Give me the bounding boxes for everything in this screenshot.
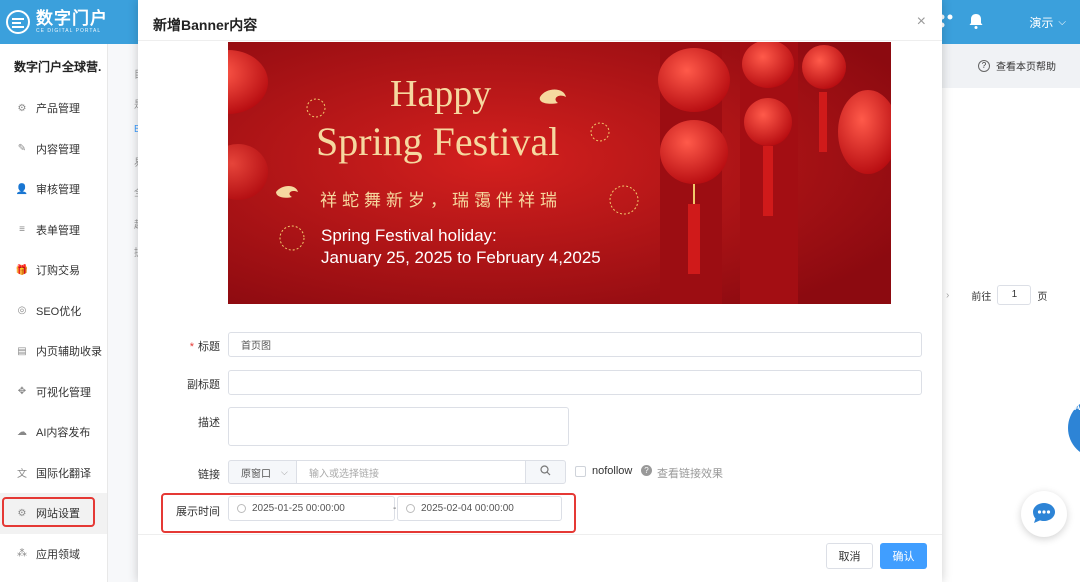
sidebar-item-label: 国际化翻译 xyxy=(36,467,91,480)
dialog-divider xyxy=(138,40,942,41)
user-name: 演示 xyxy=(1029,15,1054,30)
sidebar-item[interactable]: ✥ 可视化管理 xyxy=(0,372,107,413)
sidebar-item[interactable]: 👤 审核管理 xyxy=(0,169,107,210)
sidebar-item-label: SEO优化 xyxy=(36,305,82,318)
logo[interactable]: 数字门户 CE DIGITAL PORTAL xyxy=(6,6,108,38)
banner-line-happy: Happy xyxy=(390,73,492,115)
required-mark: * xyxy=(189,341,194,353)
title-input[interactable]: 首页图 xyxy=(228,332,922,357)
brand-name: 数字门户 xyxy=(36,9,108,28)
link-target-select[interactable]: 原窗口 ⌵ xyxy=(228,460,297,484)
translate-icon: 文 xyxy=(17,469,27,481)
brand-subtitle: CE DIGITAL PORTAL xyxy=(36,28,102,34)
banner-image-preview: Happy Spring Festival 祥蛇舞新岁，瑞霭伴祥瑞 Spring… xyxy=(228,42,891,304)
view-link-effect[interactable]: 查看链接效果 xyxy=(657,465,723,481)
subtitle-label: 副标题 xyxy=(187,379,220,391)
chevron-right-icon[interactable]: › xyxy=(946,290,949,301)
help-link-label: 查看本页帮助 xyxy=(996,62,1056,73)
customer-service-button[interactable] xyxy=(1021,491,1067,537)
pager-jump: › 前往 1 页 xyxy=(946,285,1047,305)
background-tabs: 目是 B易 全起提 xyxy=(108,44,144,582)
bell-icon[interactable] xyxy=(969,13,983,32)
sidebar-item[interactable]: ⚙ 网站设置 xyxy=(0,493,107,534)
nofollow-label: nofollow xyxy=(592,465,633,477)
cancel-button[interactable]: 取消 xyxy=(826,543,873,569)
sidebar-item[interactable]: ≡ 表单管理 xyxy=(0,210,107,251)
target-icon: ◎ xyxy=(17,305,27,317)
logo-mark-icon xyxy=(6,10,30,34)
banner-line-holiday: Spring Festival holiday: xyxy=(321,226,497,245)
edit-icon: ✎ xyxy=(17,143,27,155)
link-input-placeholder: 输入或选择链接 xyxy=(309,468,379,480)
sidebar-item-label: 可视化管理 xyxy=(36,386,91,399)
help-link[interactable]: ? 查看本页帮助 xyxy=(978,58,1056,73)
sidebar-item[interactable]: ◎ SEO优化 xyxy=(0,291,107,332)
user-menu[interactable]: 演示 ⌵ xyxy=(1029,14,1066,31)
pager-suffix: 页 xyxy=(1037,291,1048,303)
gear-icon: ⚙ xyxy=(17,102,27,114)
pager-prefix: 前往 xyxy=(971,291,992,303)
user-icon: 👤 xyxy=(15,183,29,195)
sidebar-item[interactable]: ⁂ 应用领域 xyxy=(0,534,107,575)
help-circle-icon[interactable]: ? xyxy=(641,465,652,476)
link-label: 链接 xyxy=(198,469,220,481)
sidebar-item-label: 内容管理 xyxy=(36,143,80,156)
list-icon: ≡ xyxy=(19,224,25,236)
banner-line-chinese: 祥蛇舞新岁，瑞霭伴祥瑞 xyxy=(320,191,562,211)
expand-icon: ✥ xyxy=(17,386,27,398)
nofollow-checkbox[interactable] xyxy=(575,466,586,477)
sidebar-item-label: 表单管理 xyxy=(36,224,80,237)
close-icon[interactable]: × xyxy=(917,13,926,31)
subtitle-input[interactable] xyxy=(228,370,922,395)
description-label: 描述 xyxy=(198,417,220,429)
chevron-down-icon: ⌵ xyxy=(1058,16,1066,28)
sidebar-item-label: 订购交易 xyxy=(36,265,80,278)
sidebar-item[interactable]: ☁ AI内容发布 xyxy=(0,412,107,453)
chevron-down-icon: ⌵ xyxy=(281,466,288,477)
sidebar: 数字门户全球营. ⚙ 产品管理 ✎ 内容管理 👤 审核管理 ≡ 表单管理 🎁 订购交易 ◎ SEO优化… xyxy=(0,44,108,582)
sidebar-title: 数字门户全球营. xyxy=(14,60,102,74)
apps-icon: ⁂ xyxy=(17,548,27,560)
add-banner-dialog: 新增Banner内容 × Happy Spring Festival 祥蛇舞新岁… xyxy=(138,0,942,582)
sidebar-item-label: 产品管理 xyxy=(36,103,80,116)
sidebar-item[interactable]: ⚙ 产品管理 xyxy=(0,88,107,129)
link-search-button[interactable] xyxy=(525,460,566,484)
cloud-icon: ☁ xyxy=(17,426,27,438)
link-target-value: 原窗口 xyxy=(241,468,271,480)
banner-line-spring-festival: Spring Festival xyxy=(316,119,560,164)
confirm-button[interactable]: 确认 xyxy=(880,543,927,569)
sidebar-item[interactable]: ✎ 内容管理 xyxy=(0,129,107,170)
sidebar-item[interactable]: 🎁 订购交易 xyxy=(0,250,107,291)
title-label: * 标题 xyxy=(140,338,220,354)
footer-divider xyxy=(138,534,942,535)
sidebar-item-label: 审核管理 xyxy=(36,184,80,197)
question-icon: ? xyxy=(978,59,990,72)
chat-bubble-icon xyxy=(1031,501,1057,528)
title-label-text: 标题 xyxy=(198,341,220,353)
sidebar-item[interactable]: 文国际化翻译 xyxy=(0,453,107,494)
sidebar-item[interactable]: ▤ 内页辅助收录 xyxy=(0,331,107,372)
banner-line-dates: January 25, 2025 to February 4,2025 xyxy=(321,248,601,267)
sidebar-item-label: AI内容发布 xyxy=(36,427,91,440)
search-icon xyxy=(540,465,551,479)
active-item-highlight xyxy=(2,497,95,527)
pager-input[interactable]: 1 xyxy=(997,285,1032,305)
link-input[interactable]: 输入或选择链接 xyxy=(296,460,526,484)
display-time-highlight xyxy=(161,493,576,533)
dialog-title: 新增Banner内容 xyxy=(153,17,258,33)
gift-icon: 🎁 xyxy=(15,264,29,276)
sidebar-item-label: 应用领域 xyxy=(36,548,80,561)
description-textarea[interactable] xyxy=(228,407,569,446)
sidebar-item-label: 内页辅助收录 xyxy=(36,346,102,359)
document-icon: ▤ xyxy=(17,345,27,357)
